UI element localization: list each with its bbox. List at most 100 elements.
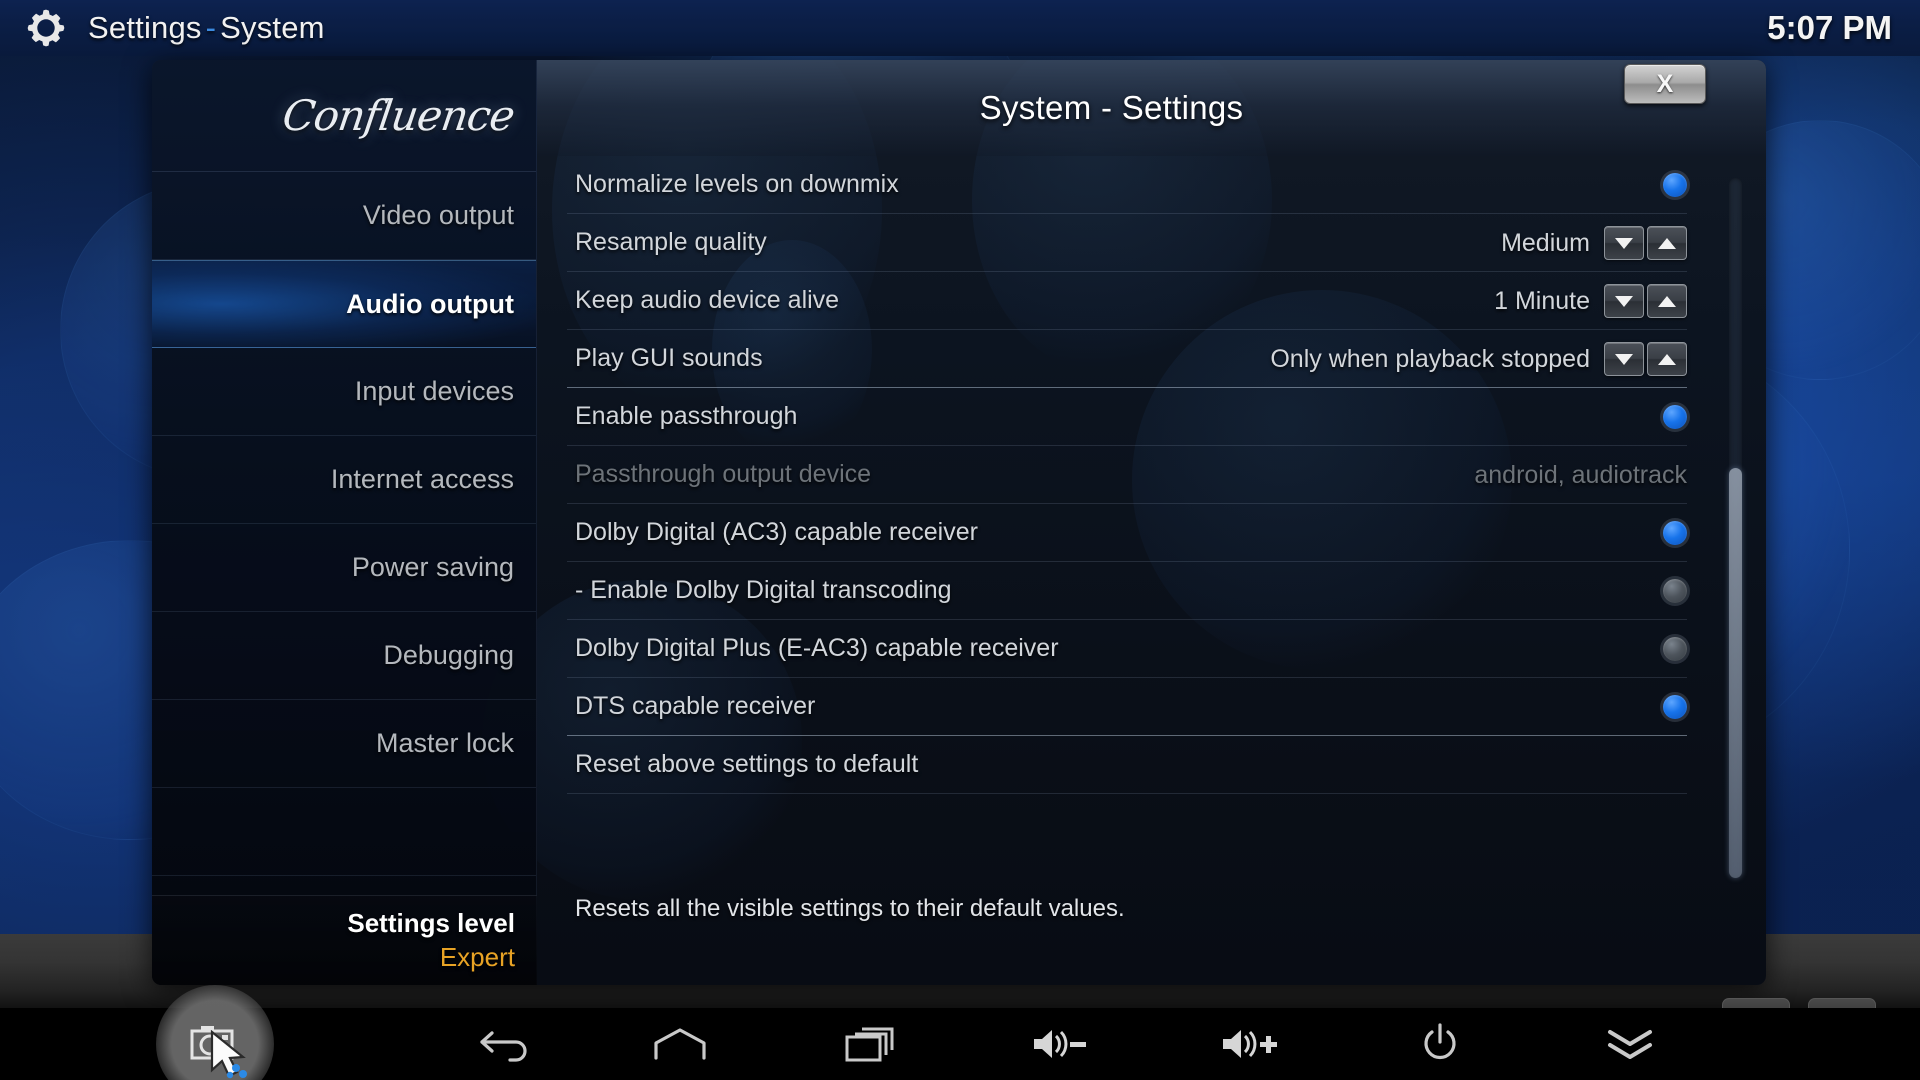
setting-row-resample-quality[interactable]: Resample quality Medium	[567, 214, 1687, 272]
brand-label: Confluence	[279, 91, 518, 140]
mouse-cursor	[210, 1030, 261, 1080]
recent-apps-icon	[844, 1025, 896, 1063]
triangle-down-icon	[1615, 237, 1633, 249]
triangle-down-icon	[1615, 295, 1633, 307]
nav-button-power[interactable]	[1345, 1008, 1535, 1080]
setting-row-normalize-levels[interactable]: Normalize levels on downmix	[567, 156, 1687, 214]
sidebar-item-debugging[interactable]: Debugging	[152, 612, 536, 700]
sidebar-item-label: Master lock	[375, 728, 514, 758]
close-icon: X	[1656, 69, 1674, 98]
setting-label: Passthrough output device	[575, 460, 872, 488]
spinner-decrement-button[interactable]	[1604, 284, 1644, 318]
setting-label: Reset above settings to default	[575, 750, 919, 778]
sidebar-item-internet-access[interactable]: Internet access	[152, 436, 536, 524]
setting-label: - Enable Dolby Digital transcoding	[575, 576, 952, 604]
setting-label: Play GUI sounds	[575, 344, 763, 372]
statusbar-section: System	[220, 10, 325, 45]
toggle-dolby-digital-plus-eac3[interactable]	[1663, 637, 1687, 661]
dialog-title: System - Settings	[979, 89, 1244, 126]
triangle-down-icon	[1615, 353, 1633, 365]
setting-row-passthrough-output-device: Passthrough output device android, audio…	[567, 446, 1687, 504]
sidebar-item-label: Debugging	[383, 640, 514, 670]
dialog-header: System - Settings	[537, 60, 1766, 156]
sidebar-item-power-saving[interactable]: Power saving	[152, 524, 536, 612]
settings-list: Normalize levels on downmix Resample qua…	[567, 156, 1687, 794]
setting-description: Resets all the visible settings to their…	[575, 895, 1125, 922]
setting-label: Normalize levels on downmix	[575, 170, 899, 198]
setting-label: Resample quality	[575, 228, 767, 256]
spinner-decrement-button[interactable]	[1604, 226, 1644, 260]
nav-button-home[interactable]	[585, 1008, 775, 1080]
statusbar-app-name: Settings	[88, 10, 202, 45]
spinner-resample-quality[interactable]	[1604, 226, 1687, 260]
settings-level-control[interactable]: Settings level Expert	[152, 895, 537, 985]
sidebar-nav-list: Video output Audio output Input devices …	[152, 172, 536, 876]
scrollbar-thumb[interactable]	[1729, 468, 1742, 878]
statusbar-title: Settings - System	[88, 10, 325, 46]
scrollbar[interactable]	[1729, 178, 1742, 878]
spinner-increment-button[interactable]	[1647, 342, 1687, 376]
statusbar-separator: -	[205, 10, 217, 45]
spinner-keep-audio-device-alive[interactable]	[1604, 284, 1687, 318]
setting-row-dolby-digital-ac3[interactable]: Dolby Digital (AC3) capable receiver	[567, 504, 1687, 562]
triangle-up-icon	[1658, 237, 1676, 249]
nav-button-recent-apps[interactable]	[775, 1008, 965, 1080]
settings-level-value: Expert	[439, 942, 515, 972]
volume-down-icon	[1030, 1026, 1090, 1062]
setting-value: Only when playback stopped	[1270, 344, 1590, 373]
setting-value: 1 Minute	[1494, 286, 1590, 315]
nav-button-hide-bar[interactable]	[1535, 1008, 1725, 1080]
setting-label: Keep audio device alive	[575, 286, 840, 314]
sidebar-item-input-devices[interactable]: Input devices	[152, 348, 536, 436]
toggle-dts-capable-receiver[interactable]	[1663, 695, 1687, 719]
nav-button-screenshot[interactable]	[0, 985, 430, 1080]
toggle-enable-passthrough[interactable]	[1663, 405, 1687, 429]
spinner-increment-button[interactable]	[1647, 284, 1687, 318]
spinner-play-gui-sounds[interactable]	[1604, 342, 1687, 376]
top-status-bar: Settings - System 5:07 PM	[0, 0, 1920, 56]
volume-up-icon	[1219, 1026, 1281, 1062]
toggle-normalize-levels[interactable]	[1663, 173, 1687, 197]
sidebar-item-video-output[interactable]: Video output	[152, 172, 536, 260]
home-icon	[652, 1027, 708, 1061]
setting-value: android, audiotrack	[1474, 460, 1687, 489]
setting-label: DTS capable receiver	[575, 692, 816, 720]
chevron-double-down-icon	[1604, 1027, 1656, 1061]
setting-row-reset-to-default[interactable]: Reset above settings to default	[567, 736, 1687, 794]
setting-row-enable-passthrough[interactable]: Enable passthrough	[567, 388, 1687, 446]
setting-value: Medium	[1501, 228, 1590, 257]
nav-button-volume-up[interactable]	[1155, 1008, 1345, 1080]
setting-label: Dolby Digital (AC3) capable receiver	[575, 518, 978, 546]
sidebar-item-master-lock[interactable]: Master lock	[152, 700, 536, 788]
settings-level-label: Settings level	[347, 908, 515, 938]
setting-label: Enable passthrough	[575, 402, 798, 430]
nav-button-back[interactable]	[430, 1008, 585, 1080]
gear-icon	[27, 9, 65, 47]
sidebar-item-label: Video output	[362, 200, 514, 230]
sidebar: Confluence Video output Audio output Inp…	[152, 60, 537, 985]
sidebar-item-label: Audio output	[346, 288, 514, 319]
toggle-dolby-digital-ac3[interactable]	[1663, 521, 1687, 545]
close-button[interactable]: X	[1624, 64, 1706, 104]
triangle-up-icon	[1658, 295, 1676, 307]
sidebar-item-label: Power saving	[351, 552, 514, 582]
sidebar-item-empty	[152, 788, 536, 876]
spinner-increment-button[interactable]	[1647, 226, 1687, 260]
toggle-dolby-digital-transcoding[interactable]	[1663, 579, 1687, 603]
clock: 5:07 PM	[1767, 9, 1892, 46]
setting-row-dolby-digital-plus-eac3[interactable]: Dolby Digital Plus (E-AC3) capable recei…	[567, 620, 1687, 678]
settings-dialog: Confluence Video output Audio output Inp…	[152, 60, 1766, 985]
android-navigation-bar	[0, 985, 1920, 1080]
power-icon	[1420, 1023, 1460, 1065]
setting-row-play-gui-sounds[interactable]: Play GUI sounds Only when playback stopp…	[567, 330, 1687, 388]
sidebar-item-audio-output[interactable]: Audio output	[152, 260, 536, 348]
sidebar-item-label: Input devices	[354, 376, 514, 406]
nav-button-volume-down[interactable]	[965, 1008, 1155, 1080]
spinner-decrement-button[interactable]	[1604, 342, 1644, 376]
screen: Settings - System 5:07 PM Confluence Video…	[0, 0, 1920, 1080]
skin-brand: Confluence	[152, 60, 536, 172]
setting-row-keep-audio-device-alive[interactable]: Keep audio device alive 1 Minute	[567, 272, 1687, 330]
sidebar-item-label: Internet access	[330, 464, 514, 494]
setting-row-dts-capable-receiver[interactable]: DTS capable receiver	[567, 678, 1687, 736]
setting-row-dolby-digital-transcoding[interactable]: - Enable Dolby Digital transcoding	[567, 562, 1687, 620]
